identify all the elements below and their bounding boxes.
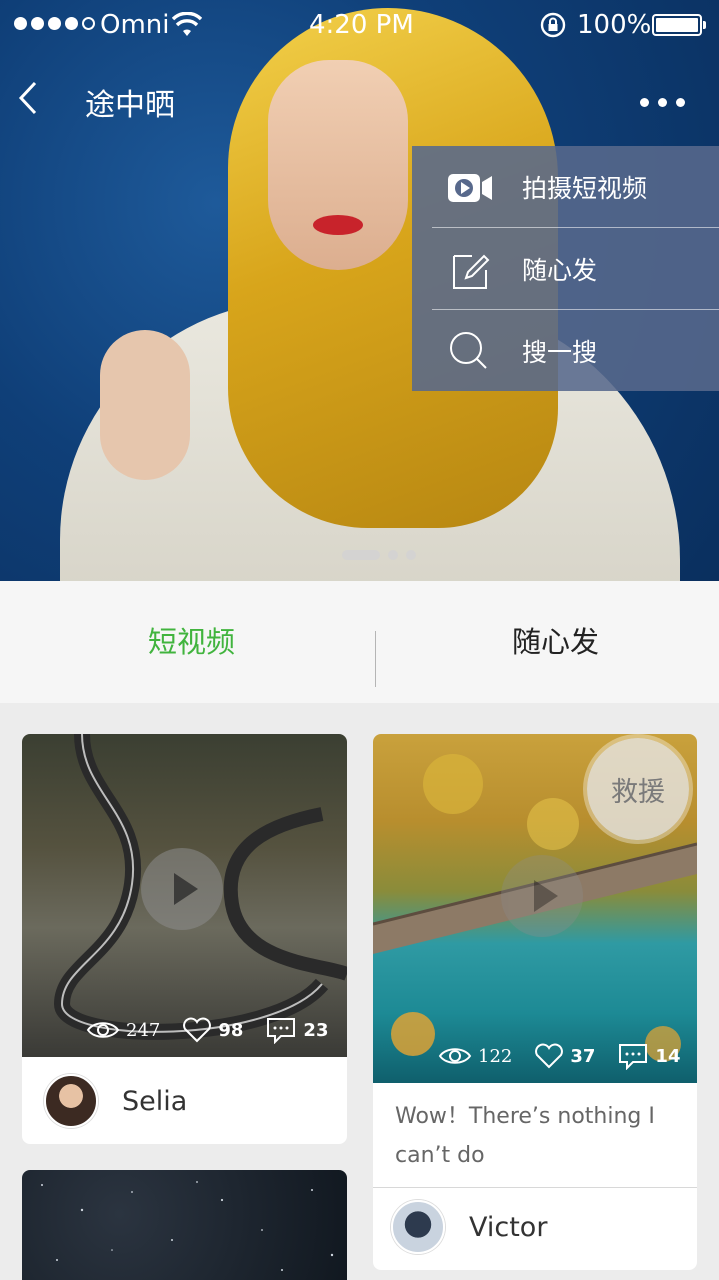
likes-stat[interactable]: 98 — [182, 1017, 243, 1043]
signal-strength-icon — [14, 17, 95, 30]
eye-icon — [86, 1022, 120, 1038]
views-stat: 247 — [86, 1019, 160, 1041]
comments-stat[interactable]: 23 — [265, 1016, 328, 1044]
comment-icon — [267, 1018, 296, 1044]
battery-icon — [652, 14, 706, 36]
banner-photo-face — [268, 60, 408, 270]
heart-icon — [535, 1043, 564, 1069]
battery-percentage: 100% — [577, 10, 652, 40]
views-stat: 122 — [438, 1045, 512, 1067]
carrier-name: Omni — [100, 10, 170, 40]
comment-icon — [619, 1044, 648, 1070]
rescue-button[interactable]: 救援 — [587, 738, 689, 840]
video-camera-icon — [448, 174, 492, 202]
feed-card[interactable] — [22, 1170, 347, 1280]
author-name[interactable]: Victor — [469, 1212, 547, 1243]
play-icon[interactable] — [501, 855, 583, 937]
pager-dot[interactable] — [406, 550, 416, 560]
comments-count: 23 — [303, 1019, 329, 1041]
avatar[interactable] — [391, 1200, 445, 1254]
menu-item-search[interactable]: 搜一搜 — [412, 310, 719, 392]
comments-stat[interactable]: 14 — [617, 1042, 680, 1070]
status-time: 4:20 PM — [309, 10, 414, 40]
tab-short-video[interactable]: 短视频 — [148, 619, 235, 661]
likes-count: 37 — [570, 1045, 596, 1067]
back-arrow-icon[interactable] — [14, 80, 44, 116]
card-stats: 122 37 14 — [416, 1042, 680, 1070]
heart-icon — [183, 1017, 212, 1043]
likes-stat[interactable]: 37 — [534, 1043, 595, 1069]
search-icon — [450, 332, 487, 369]
banner-photo-lips — [313, 215, 363, 235]
play-icon[interactable] — [141, 848, 223, 930]
video-thumbnail[interactable]: 247 98 23 — [22, 734, 347, 1057]
tab-free-post[interactable]: 随心发 — [512, 619, 599, 661]
tab-divider — [375, 631, 376, 687]
card-stats: 247 98 23 — [64, 1016, 328, 1044]
status-bar: Omni 4:20 PM 100% — [0, 0, 719, 50]
eye-icon — [438, 1048, 472, 1064]
comments-count: 14 — [655, 1045, 681, 1067]
banner-pager[interactable] — [342, 550, 416, 560]
menu-item-free-post[interactable]: 随心发 — [412, 228, 719, 310]
avatar[interactable] — [44, 1074, 98, 1128]
card-author[interactable]: Victor — [391, 1200, 547, 1254]
popup-menu: 拍摄短视频 随心发 搜一搜 — [412, 146, 719, 391]
feed-card[interactable]: 247 98 23 Selia — [22, 734, 347, 1144]
content-tabs: 短视频 随心发 — [0, 581, 719, 703]
page-title: 途中晒 — [85, 88, 175, 123]
wifi-icon — [172, 12, 202, 36]
menu-item-shoot-video[interactable]: 拍摄短视频 — [412, 146, 719, 228]
edit-icon — [453, 254, 490, 289]
author-name[interactable]: Selia — [122, 1086, 187, 1117]
likes-count: 98 — [218, 1019, 244, 1041]
menu-item-label: 搜一搜 — [522, 338, 598, 367]
card-author[interactable]: Selia — [44, 1074, 187, 1128]
views-count: 122 — [478, 1045, 513, 1067]
post-caption: Wow！There’s nothing I can’t do — [395, 1104, 655, 1168]
more-options-icon[interactable] — [640, 98, 685, 107]
banner-photo-hand — [100, 330, 190, 480]
menu-item-label: 拍摄短视频 — [522, 174, 648, 203]
star-sky-thumbnail — [41, 1181, 334, 1271]
card-divider — [373, 1187, 697, 1188]
views-count: 247 — [126, 1019, 161, 1041]
menu-item-label: 随心发 — [522, 256, 598, 285]
rotation-lock-icon — [540, 12, 566, 38]
pager-dot-active[interactable] — [342, 550, 380, 560]
pager-dot[interactable] — [388, 550, 398, 560]
